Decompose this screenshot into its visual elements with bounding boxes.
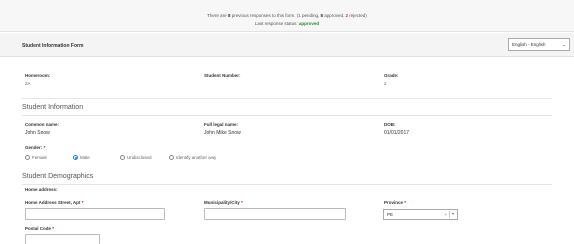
- gender-option-label: Male: [80, 155, 90, 160]
- divider: [22, 115, 552, 116]
- province-label: Province *: [384, 200, 406, 205]
- common-name-value: John Snow: [25, 130, 50, 136]
- gender-option-label: Identify another way: [176, 155, 217, 160]
- postal-code-input[interactable]: [25, 234, 100, 244]
- required-mark: *: [52, 226, 55, 231]
- street-label: Home Address Street, Apt *: [25, 200, 83, 205]
- gender-option-identify-another[interactable]: Identify another way: [169, 155, 216, 160]
- response-notice-banner: There are 8 previous responses to this f…: [0, 0, 574, 32]
- divider: [22, 98, 552, 99]
- student-demographics-heading: Student Demographics: [22, 173, 94, 180]
- postal-code-label-text: Postal Code: [25, 226, 52, 231]
- street-input[interactable]: [25, 208, 165, 220]
- language-select-value: English - English: [512, 42, 546, 47]
- last-status-value: approved: [298, 21, 320, 26]
- gender-label: Gender: *: [25, 145, 45, 150]
- radio-selected-icon: [73, 155, 78, 160]
- chevron-down-icon: ▾: [449, 211, 456, 218]
- responses-summary: There are 8 previous responses to this f…: [0, 13, 574, 18]
- legal-name-label: Full legal name:: [204, 122, 239, 127]
- required-mark: *: [43, 145, 46, 150]
- language-select[interactable]: English - English ⌄: [508, 38, 570, 51]
- required-mark: *: [241, 200, 243, 205]
- grade-value: 2: [384, 81, 387, 86]
- grade-label: Grade:: [384, 73, 399, 78]
- municipality-label-text: Municipality/City: [204, 200, 240, 205]
- notice-approved-suffix: approved,: [323, 13, 346, 18]
- radio-icon: [120, 155, 125, 160]
- gender-label-text: Gender:: [25, 145, 43, 150]
- homeroom-label: Homeroom:: [25, 73, 51, 78]
- form-title-bar: Student Information Form English - Engli…: [0, 33, 574, 57]
- province-label-text: Province: [384, 200, 404, 205]
- province-select[interactable]: PE × ▾: [383, 209, 458, 220]
- chevron-down-icon: ⌄: [562, 42, 566, 47]
- legal-name-value: John Mike Snow: [204, 130, 241, 136]
- gender-option-male[interactable]: Male: [73, 155, 90, 160]
- radio-icon: [25, 155, 30, 160]
- homeroom-value: 2A: [25, 81, 31, 86]
- street-label-text: Home Address Street, Apt: [25, 200, 81, 205]
- home-address-label: Home address:: [25, 187, 58, 192]
- last-status-label: Last response status:: [254, 21, 299, 26]
- province-select-value: PE: [387, 212, 394, 217]
- municipality-input[interactable]: [204, 208, 346, 220]
- gender-option-undisclosed[interactable]: Undisclosed: [120, 155, 152, 160]
- required-mark: *: [404, 200, 407, 205]
- notice-middle: previous responses to this form. (1 pend…: [230, 13, 321, 18]
- notice-prefix: There are: [207, 13, 228, 18]
- dob-label: DOB:: [384, 122, 396, 127]
- divider: [22, 184, 552, 185]
- required-mark: *: [81, 200, 84, 205]
- student-information-heading: Student Information: [22, 104, 84, 111]
- municipality-label: Municipality/City *: [204, 200, 243, 205]
- gender-option-female[interactable]: Female: [25, 155, 47, 160]
- gender-option-label: Undisclosed: [127, 155, 152, 160]
- gender-option-label: Female: [32, 155, 48, 160]
- radio-icon: [169, 155, 174, 160]
- postal-code-label: Postal Code *: [25, 226, 54, 231]
- form-title: Student Information Form: [22, 43, 84, 49]
- dob-value: 01/01/2017: [384, 130, 410, 136]
- common-name-label: Common name:: [25, 122, 60, 127]
- student-number-label: Student Number:: [204, 73, 241, 78]
- notice-rejected-suffix: rejected): [348, 13, 367, 18]
- clear-icon[interactable]: ×: [444, 212, 447, 217]
- last-status: Last response status: approved: [0, 21, 574, 26]
